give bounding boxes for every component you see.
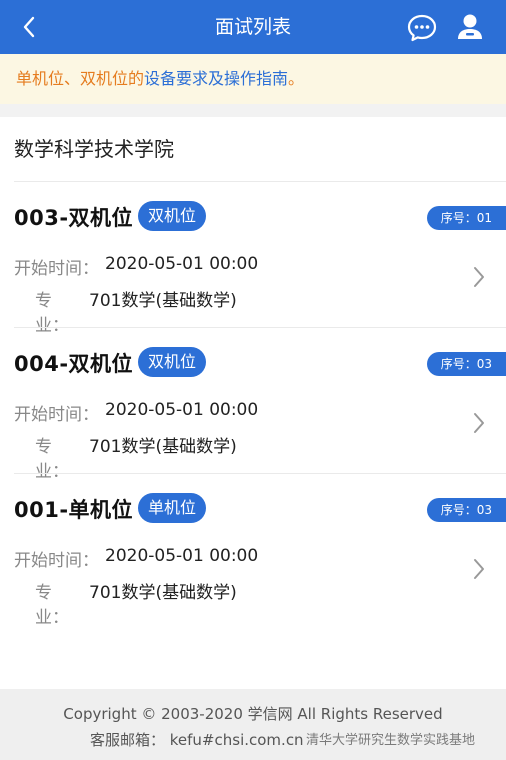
chevron-right-icon	[474, 559, 484, 579]
user-icon	[458, 14, 482, 39]
camera-mode-badge: 双机位	[138, 201, 207, 231]
interview-title: 001-单机位	[14, 498, 134, 522]
interview-title: 004-双机位	[14, 352, 134, 376]
chevron-right-icon	[474, 413, 484, 433]
interview-title: 003-双机位	[14, 206, 134, 230]
major-value: 701数学(基础数学)	[89, 437, 237, 457]
interview-card[interactable]: 001-单机位 单机位 序号：03 开始时间： 2020-05-01 00:00…	[0, 474, 506, 628]
major-value: 701数学(基础数学)	[89, 583, 237, 603]
interview-list: 数学科学技术学院 003-双机位 双机位 序号：01 开始时间： 2020-05…	[0, 117, 506, 689]
start-time-label: 开始时间：	[14, 405, 99, 425]
sequence-badge: 序号：03	[426, 498, 506, 522]
camera-mode-badge: 单机位	[138, 493, 207, 523]
start-time-label: 开始时间：	[14, 551, 99, 571]
support-email: 客服邮箱： kefu#chsi.com.cn	[90, 731, 304, 749]
start-time-value: 2020-05-01 00:00	[105, 546, 259, 566]
interview-card[interactable]: 003-双机位 双机位 序号：01 开始时间： 2020-05-01 00:00…	[0, 182, 506, 336]
sequence-badge: 序号：03	[426, 352, 506, 376]
sequence-badge: 序号：01	[426, 206, 506, 230]
chevron-right-icon	[474, 267, 484, 287]
start-time-value: 2020-05-01 00:00	[105, 400, 259, 420]
device-guide-link[interactable]: 设备要求及操作指南	[144, 69, 288, 88]
chat-button[interactable]	[406, 12, 438, 44]
camera-mode-badge: 双机位	[138, 347, 207, 377]
start-time-label: 开始时间：	[14, 259, 99, 279]
page-footer: Copyright © 2003-2020 学信网 All Rights Res…	[0, 689, 506, 760]
interview-card[interactable]: 004-双机位 双机位 序号：03 开始时间： 2020-05-01 00:00…	[0, 328, 506, 482]
watermark-text: 清华大学研究生数学实践基地	[306, 733, 476, 748]
notice-suffix: 。	[288, 69, 305, 88]
start-time-value: 2020-05-01 00:00	[105, 254, 259, 274]
notice-prefix: 单机位、双机位的	[16, 69, 145, 88]
device-notice-banner: 单机位、双机位的设备要求及操作指南。	[0, 54, 506, 104]
major-value: 701数学(基础数学)	[89, 291, 237, 311]
school-name: 数学科学技术学院	[14, 137, 174, 161]
copyright-text: Copyright © 2003-2020 学信网 All Rights Res…	[63, 705, 443, 723]
top-nav-bar: 面试列表	[0, 0, 506, 54]
chat-bubble-icon	[407, 14, 437, 42]
major-label: 专业：	[35, 583, 69, 628]
user-button[interactable]	[454, 11, 486, 43]
